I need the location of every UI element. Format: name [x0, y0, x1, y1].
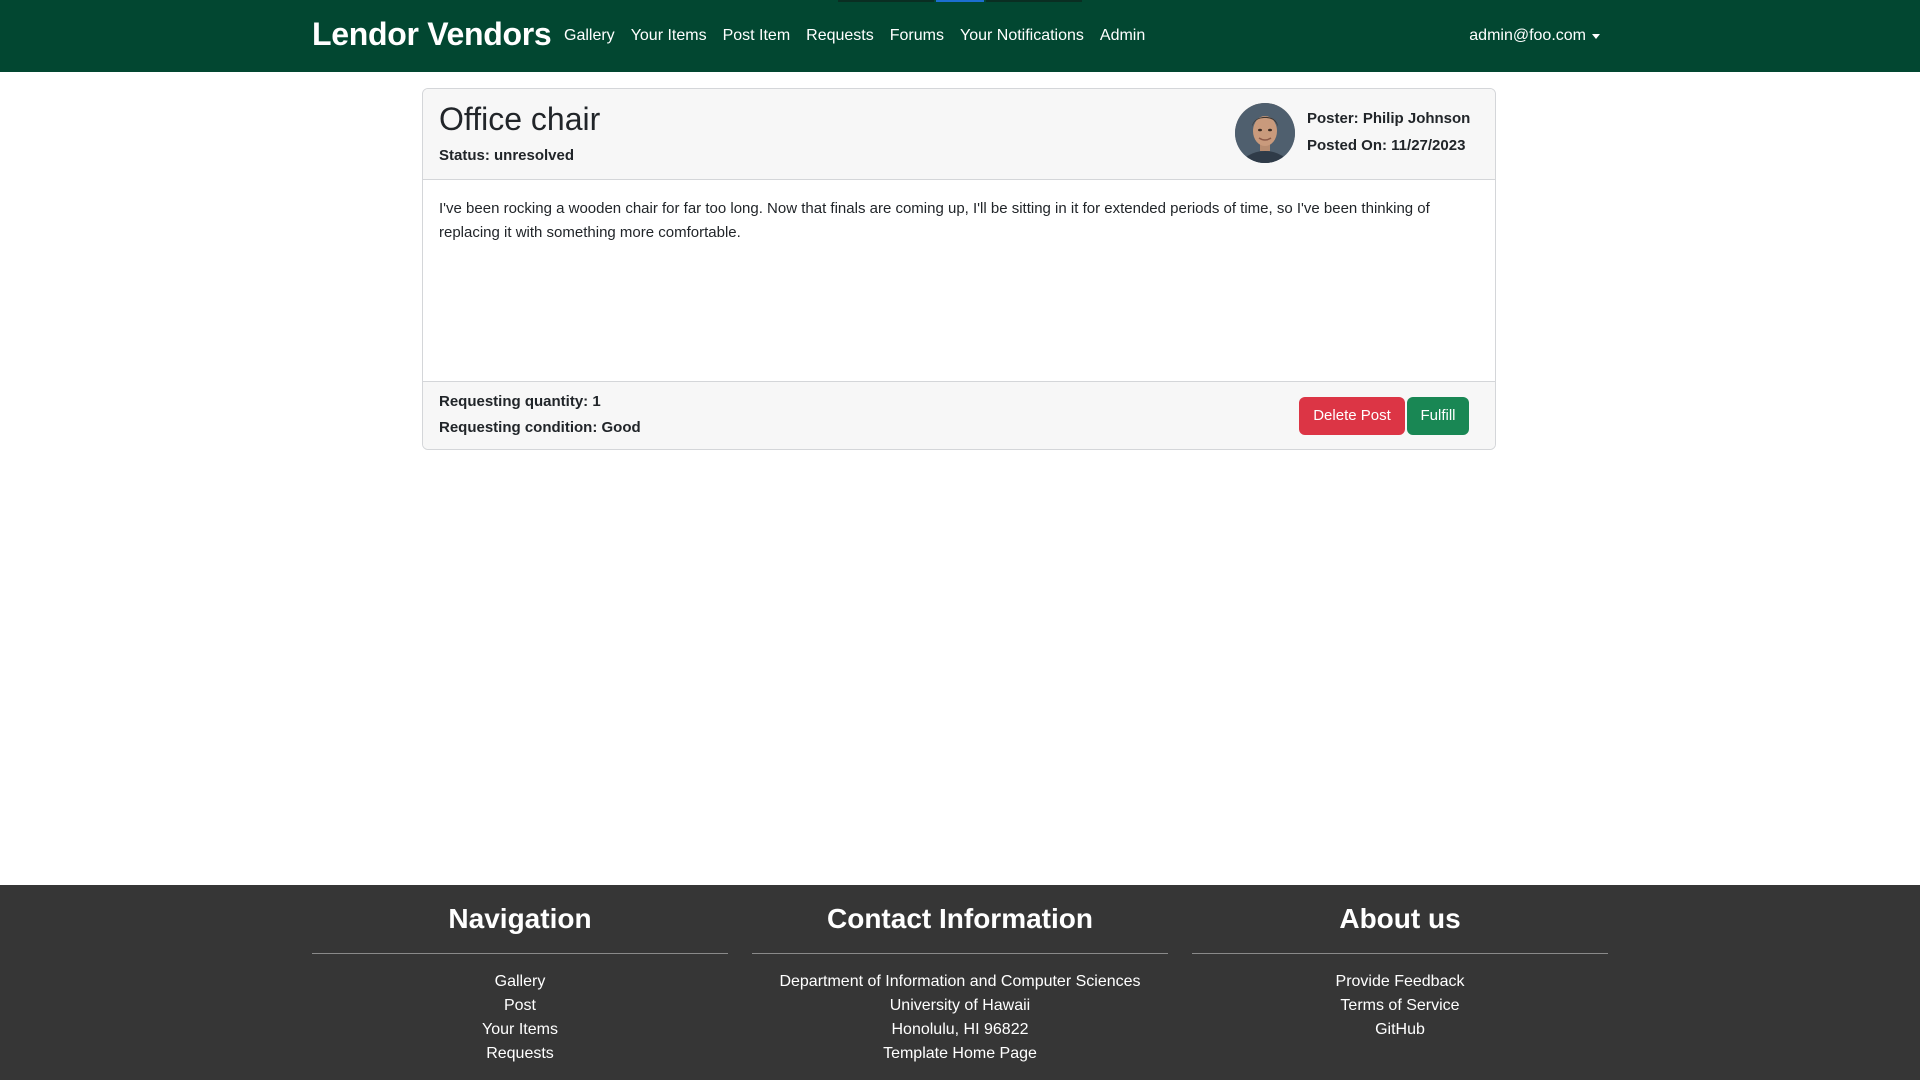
navbar-accent-bar — [986, 0, 1082, 2]
footer-link-template-home[interactable]: Template Home Page — [752, 1042, 1168, 1066]
footer-link-terms-of-service[interactable]: Terms of Service — [1192, 994, 1608, 1018]
user-portrait-icon — [1235, 103, 1295, 163]
contact-department: Department of Information and Computer S… — [779, 973, 1141, 990]
requesting-quantity: Requesting quantity: 1 — [439, 393, 601, 410]
navbar-accent-bar — [936, 0, 984, 2]
footer-link-your-items[interactable]: Your Items — [312, 1018, 728, 1042]
footer-about-heading: About us — [1339, 903, 1461, 934]
poster-info: Poster: Philip Johnson Posted On: 11/27/… — [1307, 105, 1470, 159]
nav-link-requests[interactable]: Requests — [798, 24, 882, 48]
posted-on-date: Posted On: 11/27/2023 — [1307, 137, 1466, 154]
avatar — [1235, 103, 1295, 163]
fulfill-button[interactable]: Fulfill — [1407, 397, 1469, 435]
divider — [1192, 953, 1608, 954]
brand-logo-link[interactable]: Lendor Vendors — [312, 14, 552, 54]
footer-contact-column: Contact Information Department of Inform… — [752, 885, 1168, 1066]
footer-link-provide-feedback[interactable]: Provide Feedback — [1192, 970, 1608, 994]
footer-about-column: About us Provide Feedback Terms of Servi… — [1192, 885, 1608, 1042]
footer-contact-heading: Contact Information — [827, 903, 1093, 934]
nav-link-your-notifications[interactable]: Your Notifications — [952, 24, 1092, 48]
top-navbar: Lendor Vendors Gallery Your Items Post I… — [0, 0, 1920, 72]
post-status: Status: unresolved — [439, 147, 575, 164]
delete-post-button[interactable]: Delete Post — [1299, 397, 1405, 435]
card-header: Office chair Status: unresolved Poster: … — [423, 89, 1495, 180]
footer-link-requests[interactable]: Requests — [312, 1042, 728, 1066]
page-footer: Navigation Gallery Post Your Items Reque… — [0, 885, 1920, 1080]
caret-down-icon — [1592, 33, 1600, 39]
divider — [752, 953, 1168, 954]
user-email: admin@foo.com — [1469, 27, 1586, 44]
nav-link-your-items[interactable]: Your Items — [623, 24, 715, 48]
nav-link-gallery[interactable]: Gallery — [556, 24, 623, 48]
footer-navigation-column: Navigation Gallery Post Your Items Reque… — [312, 885, 728, 1066]
request-post-card: Office chair Status: unresolved Poster: … — [422, 88, 1496, 450]
post-description: I've been rocking a wooden chair for far… — [439, 200, 1430, 241]
nav-link-admin[interactable]: Admin — [1092, 24, 1153, 48]
footer-navigation-heading: Navigation — [448, 903, 592, 934]
post-title: Office chair — [439, 101, 601, 137]
navbar-accent-bar — [838, 0, 934, 2]
nav-link-forums[interactable]: Forums — [882, 24, 952, 48]
footer-link-github[interactable]: GitHub — [1192, 1018, 1608, 1042]
requesting-condition: Requesting condition: Good — [439, 419, 641, 436]
divider — [312, 953, 728, 954]
contact-university: University of Hawaii — [889, 997, 1031, 1014]
contact-address: Honolulu, HI 96822 — [891, 1021, 1029, 1038]
user-dropdown[interactable]: admin@foo.com — [1469, 24, 1600, 48]
poster-name: Poster: Philip Johnson — [1307, 110, 1471, 127]
nav-link-post-item[interactable]: Post Item — [715, 24, 799, 48]
nav-links: Gallery Your Items Post Item Requests Fo… — [556, 24, 1153, 48]
card-footer: Requesting quantity: 1 Requesting condit… — [423, 381, 1495, 449]
footer-link-gallery[interactable]: Gallery — [312, 970, 728, 994]
footer-link-post[interactable]: Post — [312, 994, 728, 1018]
